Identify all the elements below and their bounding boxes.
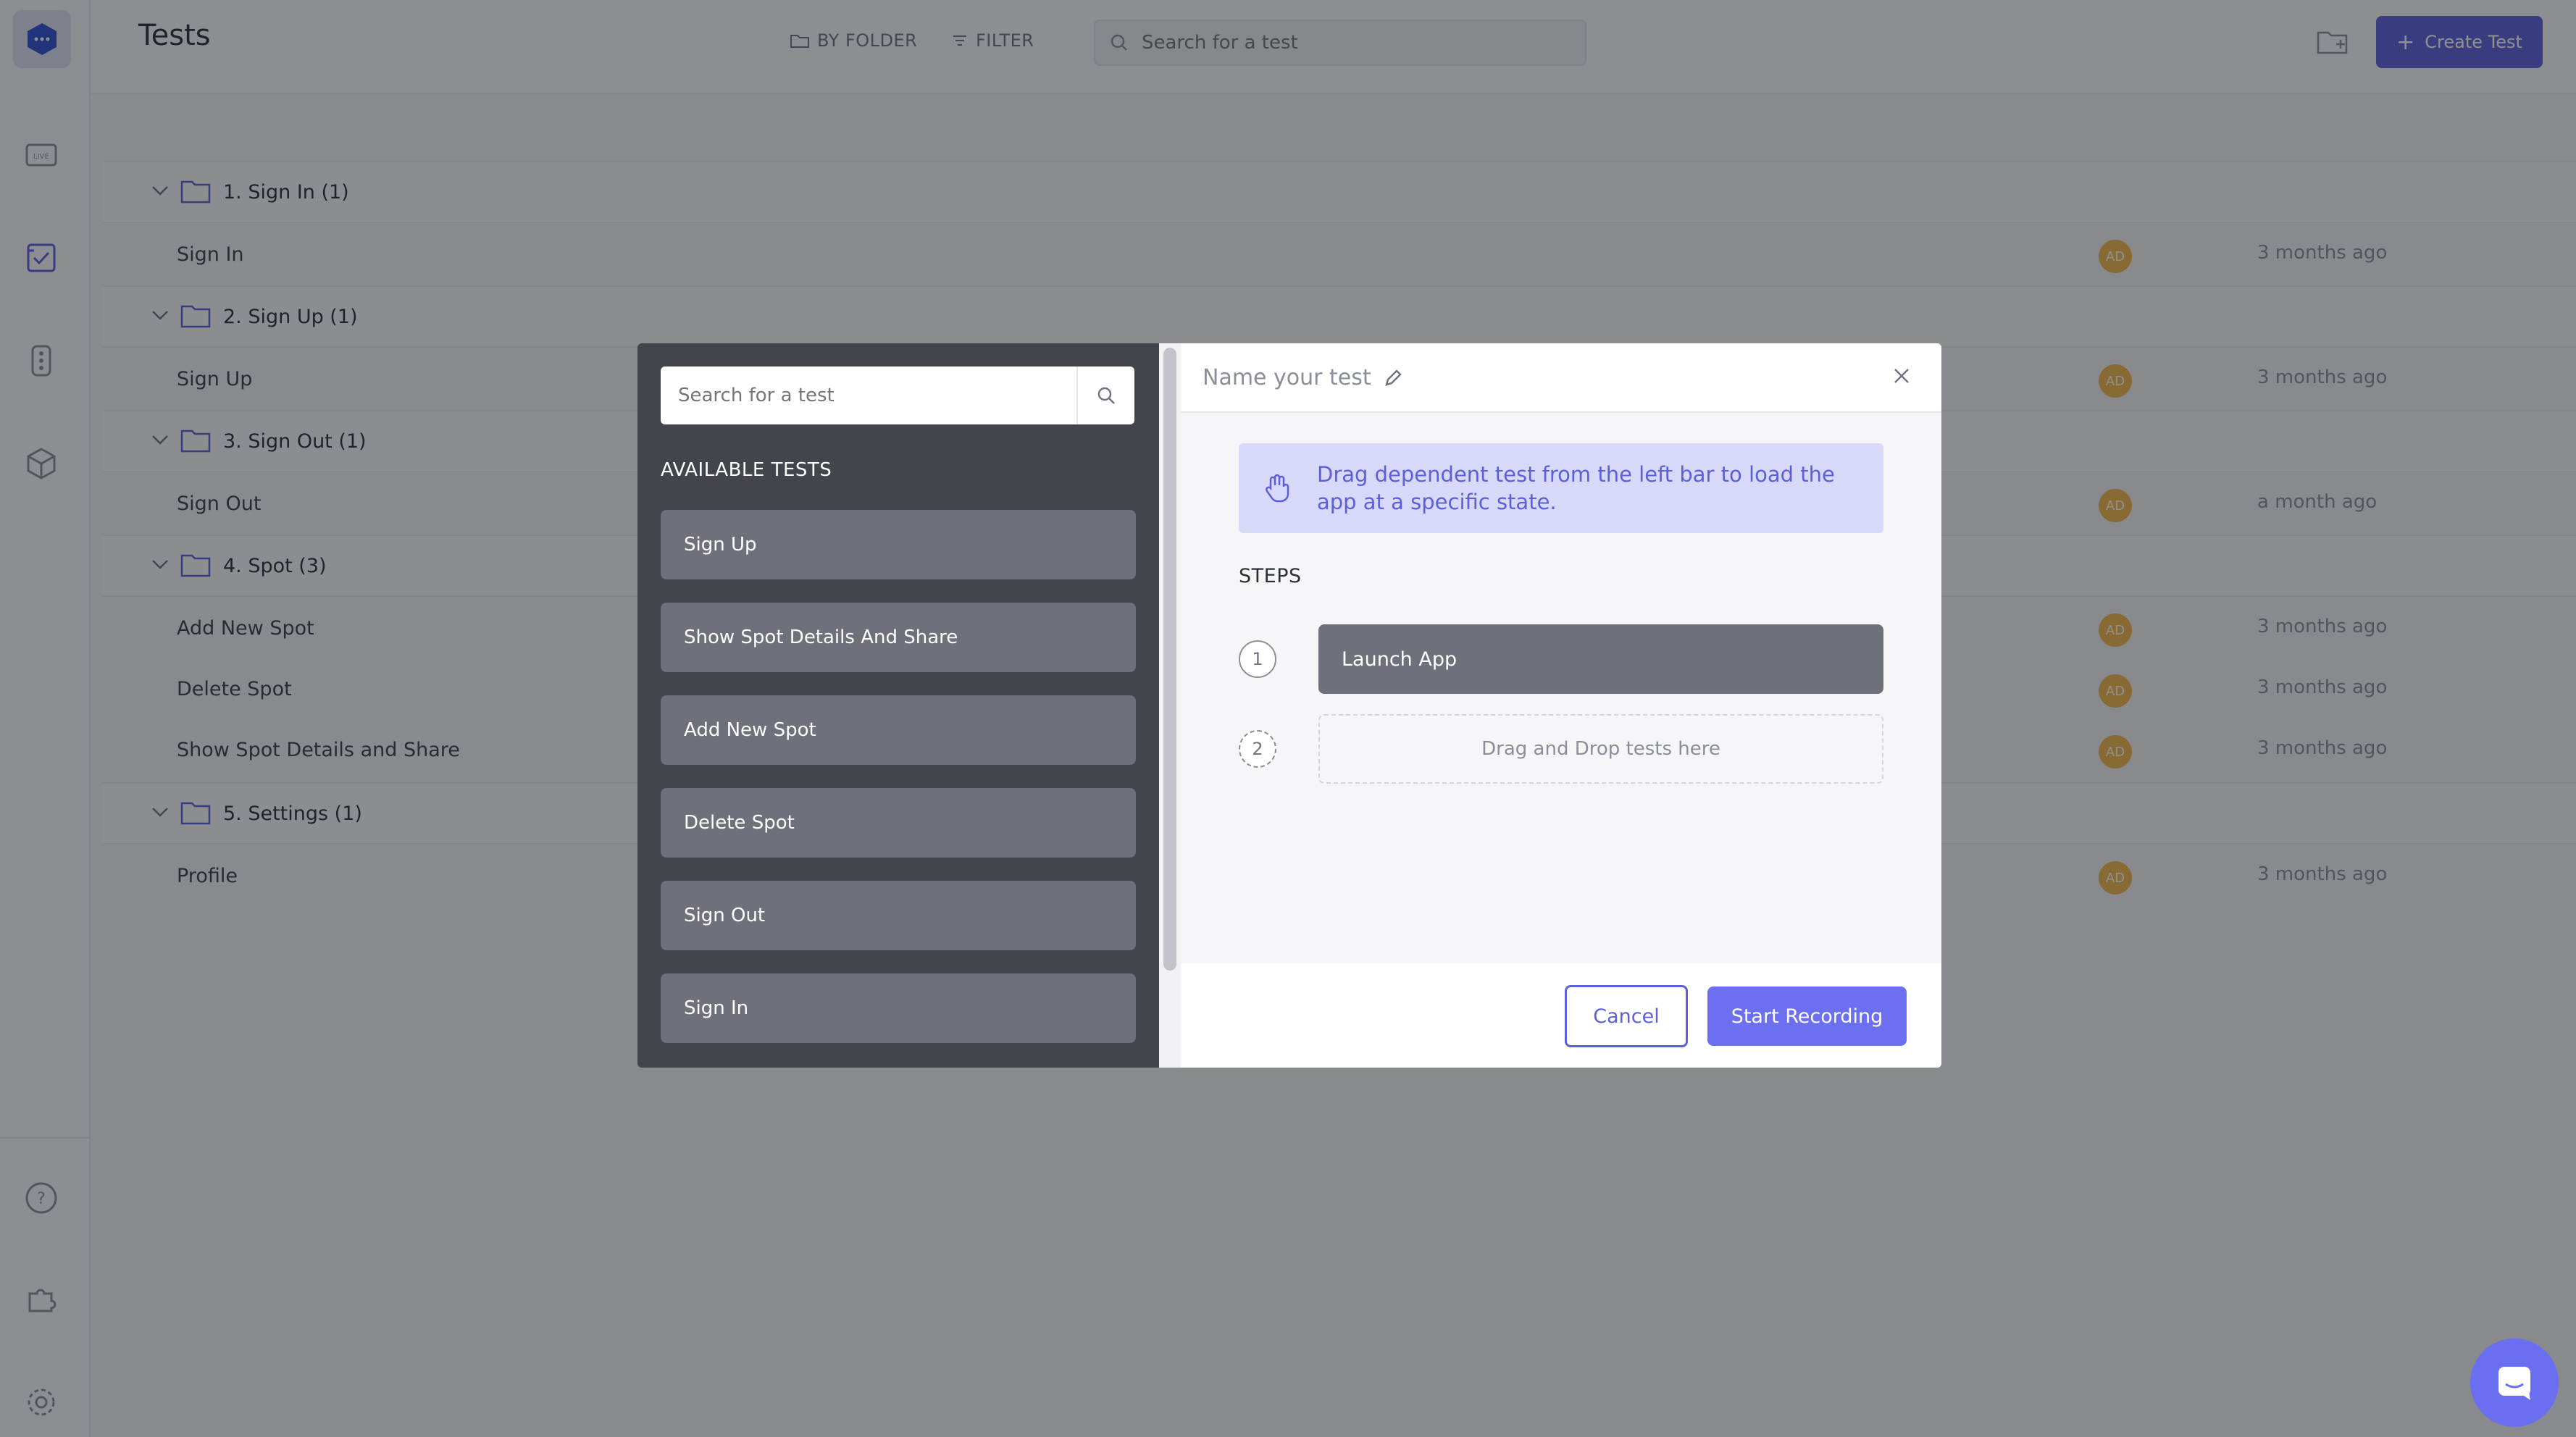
steps-panel: Name your test Drag dependent test from …: [1181, 343, 1941, 1068]
hint-text: Drag dependent test from the left bar to…: [1317, 462, 1835, 514]
available-tests-title: AVAILABLE TESTS: [661, 459, 832, 481]
available-test-item[interactable]: Sign Up: [661, 510, 1136, 579]
available-test-item[interactable]: Add New Spot: [661, 695, 1136, 765]
create-test-modal: AVAILABLE TESTS Sign Up Show Spot Detail…: [637, 343, 1941, 1068]
drag-hand-icon: [1266, 474, 1289, 503]
drop-zone[interactable]: Drag and Drop tests here: [1318, 714, 1883, 784]
step-number: 1: [1239, 640, 1276, 678]
scrollbar-thumb[interactable]: [1163, 348, 1176, 971]
test-name-field[interactable]: Name your test: [1203, 365, 1403, 390]
start-recording-button[interactable]: Start Recording: [1707, 986, 1907, 1046]
available-test-item[interactable]: Sign In: [661, 973, 1136, 1043]
chat-icon: [2498, 1367, 2530, 1400]
close-icon[interactable]: [1891, 365, 1912, 387]
chat-launcher[interactable]: [2470, 1338, 2559, 1427]
modal-search-box[interactable]: [661, 366, 1134, 424]
step-number: 2: [1239, 730, 1276, 768]
available-test-item[interactable]: Delete Spot: [661, 788, 1136, 858]
modal-search-input[interactable]: [661, 366, 1076, 424]
steps-title: STEPS: [1239, 565, 1302, 587]
step-card[interactable]: Launch App: [1318, 624, 1883, 694]
available-test-item[interactable]: Sign Out: [661, 881, 1136, 950]
search-icon: [1097, 387, 1115, 404]
available-tests-panel: AVAILABLE TESTS Sign Up Show Spot Detail…: [637, 343, 1159, 1068]
modal-header: Name your test: [1181, 343, 1941, 413]
modal-search-button[interactable]: [1076, 366, 1134, 424]
app-root: LIVE ? Tests BY FOLDER FILTER Search for…: [0, 0, 2576, 1437]
available-test-item[interactable]: Show Spot Details And Share: [661, 603, 1136, 672]
dependency-hint: Drag dependent test from the left bar to…: [1239, 443, 1883, 533]
pencil-icon[interactable]: [1383, 368, 1403, 388]
test-name-placeholder: Name your test: [1203, 365, 1371, 390]
cancel-button[interactable]: Cancel: [1565, 985, 1688, 1047]
